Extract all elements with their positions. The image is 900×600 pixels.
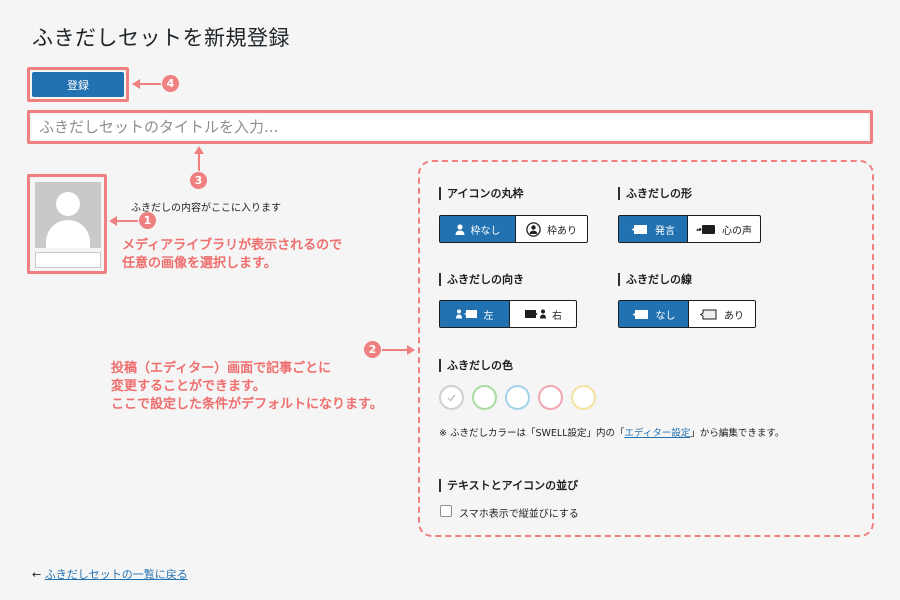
person-balloon-icon: [455, 309, 477, 319]
balloon-shape-label: ふきだしの形: [618, 187, 692, 200]
vertical-layout-label: スマホ表示で縦並びにする: [459, 509, 579, 520]
balloon-border-toggle: なし あり: [618, 300, 756, 328]
balloon-no-border-icon: [632, 309, 648, 319]
page-title: ふきだしセットを新規登録: [32, 26, 290, 50]
layout-label: テキストとアイコンの並び: [439, 479, 578, 492]
annotation-number-4: 4: [162, 75, 179, 92]
avatar-placeholder-icon[interactable]: [35, 182, 101, 248]
editor-settings-link[interactable]: エディター設定: [625, 428, 691, 439]
back-link-row: ← ふきだしセットの一覧に戻る: [32, 566, 188, 582]
balloon-direction-left-option[interactable]: 左: [440, 301, 509, 327]
option-label: あり: [724, 310, 744, 322]
option-label: 枠なし: [470, 225, 501, 237]
arrow-right-icon: [407, 345, 415, 355]
person-circle-icon: [526, 221, 541, 237]
annotation-number-1: 1: [139, 212, 156, 229]
color-swatch-blue[interactable]: [505, 385, 530, 410]
color-swatch-green[interactable]: [472, 385, 497, 410]
balloon-direction-label: ふきだしの向き: [439, 273, 524, 286]
arrow-line: [116, 220, 138, 222]
avatar-highlight: [27, 174, 107, 274]
arrow-line: [382, 349, 408, 351]
color-swatch-yellow[interactable]: [571, 385, 596, 410]
annotation-note-1: メディアライブラリが表示されるので 任意の画像を選択します。: [122, 237, 342, 273]
color-note-suffix: 」から編集できます。: [690, 428, 785, 439]
note-line: 任意の画像を選択します。: [122, 256, 277, 271]
balloon-border-none-option[interactable]: なし: [619, 301, 688, 327]
arrow-line: [139, 83, 161, 85]
title-highlight: [27, 110, 873, 144]
option-label: 右: [552, 310, 562, 322]
balloon-border-label: ふきだしの線: [618, 273, 692, 286]
color-swatch-gray[interactable]: [439, 385, 464, 410]
icon-name-input[interactable]: [35, 252, 101, 268]
option-label: 心の声: [722, 225, 752, 237]
annotation-number-3: 3: [190, 172, 207, 189]
annotation-note-2: 投稿（エディター）画面で記事ごとに 変更することができます。 ここで設定した条件…: [111, 360, 383, 414]
balloon-preview-text: ふきだしの内容がここに入ります: [131, 203, 281, 214]
thought-balloon-icon: [696, 224, 715, 234]
icon-frame-toggle: 枠なし 枠あり: [439, 215, 588, 243]
balloon-border-icon: [700, 309, 717, 319]
note-line: 変更することができます。: [111, 379, 266, 394]
option-label: 発言: [655, 225, 675, 237]
color-note-prefix: ※ ふきだしカラーは「SWELL設定」内の「: [439, 428, 625, 439]
submit-highlight: 登録: [27, 67, 129, 102]
color-swatches: [439, 385, 596, 410]
color-note: ※ ふきだしカラーは「SWELL設定」内の「エディター設定」から編集できます。: [439, 425, 784, 439]
note-line: ここで設定した条件がデフォルトになります。: [111, 397, 383, 412]
balloon-direction-toggle: 左 右: [439, 300, 577, 328]
balloon-shape-thought-option[interactable]: 心の声: [687, 216, 760, 242]
option-label: 左: [483, 310, 494, 322]
vertical-layout-checkbox[interactable]: [440, 505, 452, 517]
annotation-number-2: 2: [364, 341, 381, 358]
back-to-list-link[interactable]: ふきだしセットの一覧に戻る: [45, 568, 188, 581]
balloon-color-label: ふきだしの色: [439, 359, 513, 372]
speech-balloon-icon: [631, 224, 647, 234]
submit-button[interactable]: 登録: [32, 72, 124, 97]
title-input[interactable]: [32, 115, 868, 139]
balloon-border-with-option[interactable]: あり: [688, 301, 755, 327]
arrow-line: [198, 153, 200, 171]
icon-frame-label: アイコンの丸枠: [439, 187, 523, 200]
note-line: メディアライブラリが表示されるので: [122, 238, 343, 253]
option-label: 枠あり: [547, 225, 577, 237]
option-label: なし: [655, 310, 676, 322]
balloon-direction-right-option[interactable]: 右: [509, 301, 576, 327]
balloon-shape-speech-option[interactable]: 発言: [619, 216, 687, 242]
left-arrow-icon: ←: [32, 568, 42, 581]
balloon-shape-toggle: 発言 心の声: [618, 215, 761, 243]
color-swatch-red[interactable]: [538, 385, 563, 410]
icon-frame-none-option[interactable]: 枠なし: [440, 216, 515, 242]
icon-frame-with-option[interactable]: 枠あり: [515, 216, 587, 242]
balloon-person-icon: [525, 309, 546, 319]
person-icon: [455, 223, 464, 235]
check-icon: [447, 394, 456, 402]
note-line: 投稿（エディター）画面で記事ごとに: [111, 361, 332, 376]
